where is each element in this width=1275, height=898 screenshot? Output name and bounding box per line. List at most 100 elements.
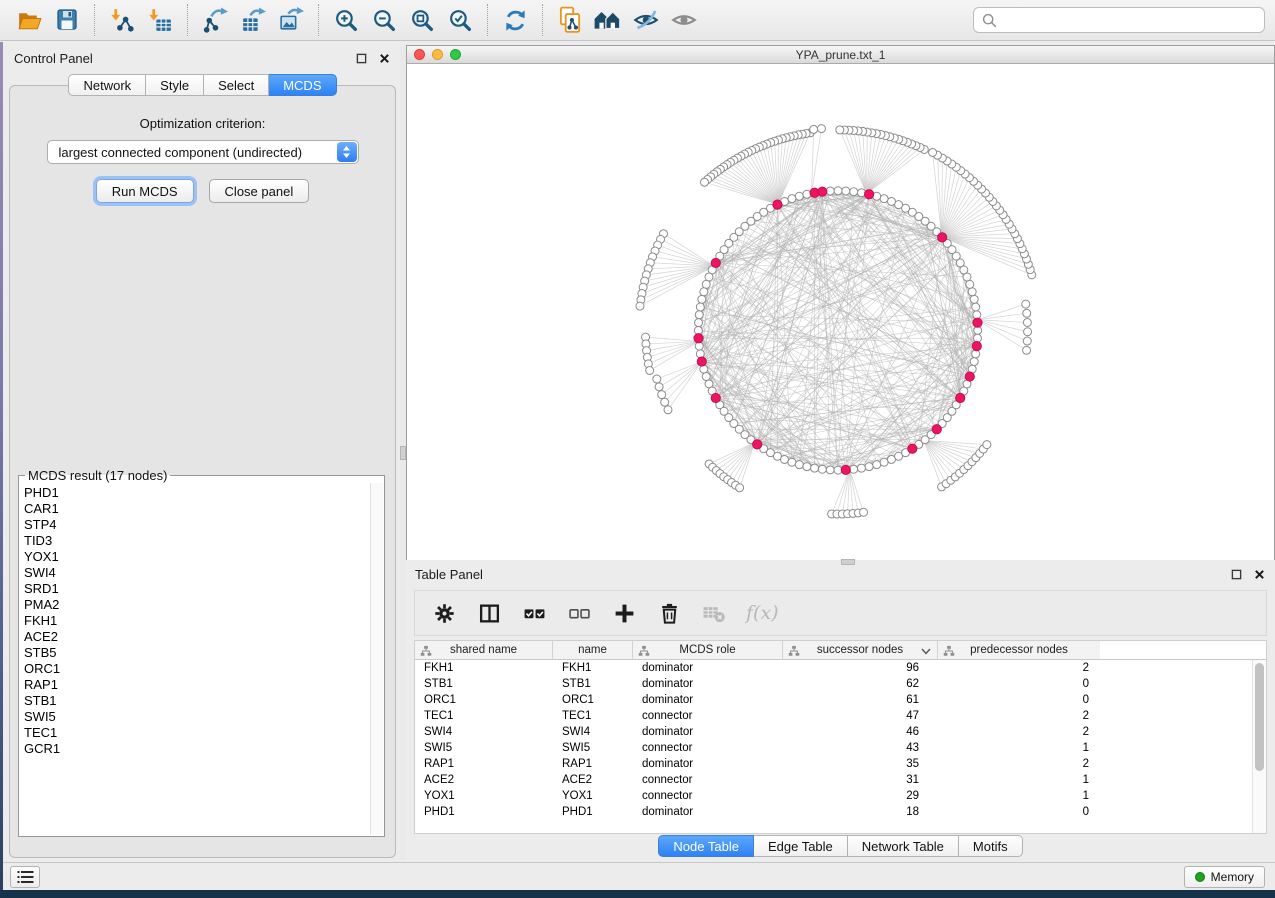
network-node[interactable] [929, 148, 937, 156]
table-row[interactable]: SWI4 SWI4 dominator 46 2 [415, 724, 1252, 740]
network-node[interactable] [834, 187, 842, 195]
table-row[interactable]: YOX1 YOX1 connector 29 1 [415, 788, 1252, 804]
network-node[interactable] [788, 458, 796, 466]
mcds-result-item[interactable]: PHD1 [24, 485, 370, 501]
horizontal-splitter-handle[interactable] [841, 559, 855, 565]
network-node[interactable] [887, 197, 895, 205]
network-node[interactable] [636, 302, 644, 310]
dominator-node[interactable] [697, 357, 706, 366]
network-node[interactable] [781, 455, 789, 463]
deselect-all-rows-button[interactable] [566, 600, 592, 626]
zoom-selected-button[interactable] [441, 3, 479, 37]
delete-columns-button[interactable] [656, 600, 682, 626]
network-node[interactable] [646, 366, 654, 374]
close-panel-button[interactable] [377, 51, 391, 65]
function-builder-button[interactable]: f(x) [746, 602, 779, 624]
save-session-button[interactable] [48, 3, 86, 37]
tab-mcds[interactable]: MCDS [269, 74, 336, 96]
network-node[interactable] [795, 192, 803, 200]
dominator-node[interactable] [972, 342, 981, 351]
tab-node-table[interactable]: Node Table [658, 835, 754, 857]
network-node[interactable] [983, 441, 991, 449]
network-node[interactable] [702, 373, 710, 381]
network-node[interactable] [817, 125, 825, 133]
mcds-list-scrollbar[interactable] [370, 483, 383, 835]
dominator-node[interactable] [773, 200, 782, 209]
mcds-result-item[interactable]: YOX1 [24, 549, 370, 565]
import-table-button[interactable] [141, 3, 179, 37]
optimization-criterion-select[interactable]: largest connected component (undirected) [47, 140, 359, 164]
export-image-button[interactable] [272, 3, 310, 37]
tab-style[interactable]: Style [146, 74, 204, 96]
dominator-node[interactable] [973, 318, 982, 327]
tab-network-table[interactable]: Network Table [848, 835, 959, 857]
network-node[interactable] [736, 484, 744, 492]
network-node[interactable] [1023, 337, 1031, 345]
network-node[interactable] [655, 383, 663, 391]
window-close-traffic-light[interactable] [414, 49, 425, 60]
table-row[interactable]: TEC1 TEC1 connector 47 2 [415, 708, 1252, 724]
mcds-result-item[interactable]: CAR1 [24, 501, 370, 517]
network-node[interactable] [1024, 328, 1032, 336]
network-node[interactable] [788, 195, 796, 203]
tab-network[interactable]: Network [68, 74, 146, 96]
dominator-node[interactable] [938, 233, 947, 242]
float-panel-button[interactable] [354, 51, 368, 65]
network-node[interactable] [880, 458, 888, 466]
column-header-shared-name[interactable]: shared name [415, 641, 553, 659]
clone-network-button[interactable] [551, 3, 589, 37]
network-node[interactable] [695, 319, 703, 327]
mcds-result-item[interactable]: SRD1 [24, 581, 370, 597]
network-node[interactable] [1023, 346, 1031, 354]
network-node[interactable] [1023, 318, 1031, 326]
network-node[interactable] [842, 187, 850, 195]
column-header-predecessor-nodes[interactable]: predecessor nodes [938, 641, 1100, 659]
mcds-result-item[interactable]: SWI4 [24, 565, 370, 581]
mcds-result-item[interactable]: ORC1 [24, 661, 370, 677]
close-table-panel-button[interactable] [1252, 567, 1266, 581]
network-node[interactable] [973, 334, 981, 342]
network-node[interactable] [972, 303, 980, 311]
network-node[interactable] [818, 465, 826, 473]
network-node[interactable] [850, 188, 858, 196]
open-session-button[interactable] [10, 3, 48, 37]
network-node[interactable] [836, 126, 844, 134]
table-row[interactable]: ORC1 ORC1 dominator 61 0 [415, 692, 1252, 708]
refresh-button[interactable] [496, 3, 534, 37]
tab-edge-table[interactable]: Edge Table [754, 835, 848, 857]
mcds-result-item[interactable]: STB5 [24, 645, 370, 661]
network-node[interactable] [795, 461, 803, 469]
houses-button[interactable] [589, 3, 627, 37]
delete-table-button[interactable] [701, 600, 727, 626]
network-node[interactable] [695, 342, 703, 350]
show-graphics-button[interactable] [665, 3, 703, 37]
dominator-node[interactable] [956, 393, 965, 402]
mcds-result-item[interactable]: FKH1 [24, 613, 370, 629]
add-column-button[interactable] [611, 600, 637, 626]
close-panel-action-button[interactable]: Close panel [209, 179, 310, 203]
network-node[interactable] [970, 295, 978, 303]
network-node[interactable] [664, 406, 672, 414]
status-list-button[interactable] [10, 866, 40, 888]
network-canvas[interactable] [407, 64, 1274, 560]
network-node[interactable] [968, 288, 976, 296]
search-field[interactable] [973, 7, 1265, 33]
network-node[interactable] [803, 463, 811, 471]
table-row[interactable]: PHD1 PHD1 dominator 18 0 [415, 804, 1252, 820]
network-node[interactable] [1022, 300, 1030, 308]
network-node[interactable] [705, 273, 713, 281]
run-mcds-button[interactable]: Run MCDS [96, 179, 194, 203]
dominator-node[interactable] [818, 187, 827, 196]
network-node[interactable] [973, 311, 981, 319]
network-node[interactable] [865, 463, 873, 471]
zoom-out-button[interactable] [365, 3, 403, 37]
show-columns-button[interactable] [476, 600, 502, 626]
column-header-successor-nodes[interactable]: successor nodes [783, 641, 938, 659]
network-node[interactable] [811, 464, 819, 472]
column-header-mcds-role[interactable]: MCDS role [633, 641, 783, 659]
network-node[interactable] [850, 465, 858, 473]
search-input[interactable] [1003, 13, 1256, 28]
dominator-node[interactable] [694, 334, 703, 343]
network-node[interactable] [661, 398, 669, 406]
network-node[interactable] [970, 358, 978, 366]
